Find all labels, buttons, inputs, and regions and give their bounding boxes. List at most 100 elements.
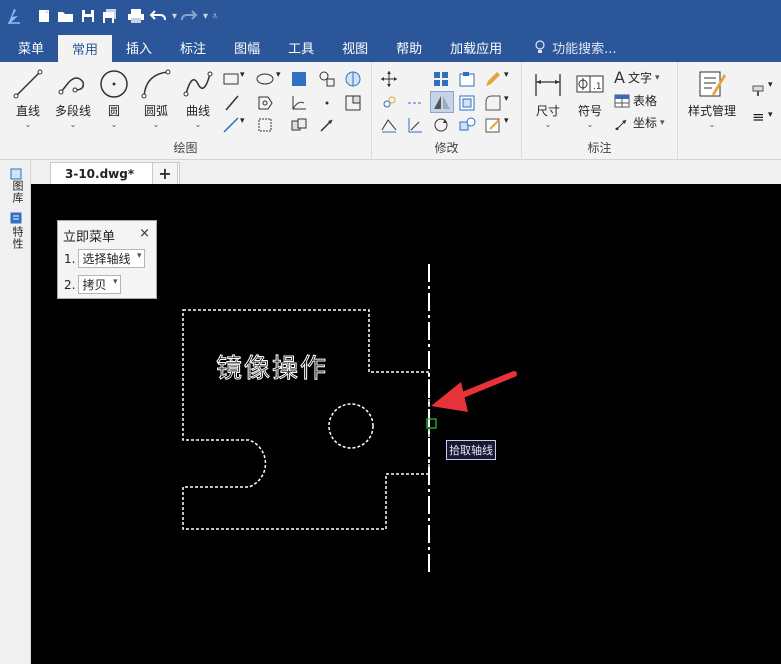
explode-icon[interactable] <box>458 116 476 134</box>
line-icon <box>13 69 43 99</box>
symbol-button[interactable]: .1 符号 ⌄ <box>570 68 610 129</box>
dimension-label: 尺寸 <box>535 104 560 118</box>
tab-view[interactable]: 视图 <box>328 32 382 62</box>
fillet-dropdown-icon[interactable]: ▾ <box>504 94 509 104</box>
pencil-icon[interactable] <box>484 70 502 88</box>
part-outline[interactable] <box>182 309 430 530</box>
properties-icon[interactable] <box>10 212 22 224</box>
customize-toolbar-icon[interactable]: ⩡ <box>212 11 218 22</box>
ellipse-icon[interactable] <box>256 70 274 88</box>
dimension-button[interactable]: 尺寸 ⌄ <box>528 68 568 129</box>
ray-icon[interactable] <box>222 116 240 134</box>
tab-tools[interactable]: 工具 <box>274 32 328 62</box>
document-tab-bar: 3-10.dwg* × + <box>0 160 781 184</box>
properties-tab[interactable]: 特性 <box>9 226 25 250</box>
line-button[interactable]: 直线 ⌄ <box>6 68 50 129</box>
ray-dropdown-icon[interactable]: ▾ <box>240 116 245 126</box>
frame-icon[interactable] <box>344 94 362 112</box>
new-document-button[interactable]: + <box>152 162 178 184</box>
polyline-icon <box>58 77 85 95</box>
line-dropdown-icon: ⌄ <box>24 120 32 129</box>
array-icon[interactable] <box>290 116 308 134</box>
save-icon[interactable] <box>78 6 98 26</box>
ellipse-dropdown-icon[interactable]: ▾ <box>276 70 281 80</box>
side-palette: 图库 特性 <box>0 160 31 664</box>
tab-menu[interactable]: 菜单 <box>4 32 58 62</box>
row-1-index: 1. <box>64 251 76 266</box>
more-options-icon[interactable]: ≡ <box>752 108 765 126</box>
edit-dropdown-icon[interactable]: ▾ <box>504 116 509 126</box>
cad-window: ▾ ▾ ⩡ 菜单 常用 插入 标注 图幅 工具 视图 帮助 加载应用 功能搜索.… <box>0 0 781 664</box>
library-icon[interactable] <box>10 168 22 180</box>
polyline-label: 多段线 <box>54 104 91 118</box>
format-painter-icon[interactable] <box>750 80 768 98</box>
mirror-button[interactable] <box>430 91 454 113</box>
fillet-icon[interactable] <box>484 94 502 112</box>
point-icon[interactable] <box>318 94 336 112</box>
copy-mode-dropdown[interactable]: 拷贝 <box>78 275 122 294</box>
polyline-button[interactable]: 多段线 ⌄ <box>50 68 96 129</box>
arc-button[interactable]: 圆弧 ⌄ <box>134 68 178 129</box>
drawing-text[interactable]: 镜像操作 <box>215 348 328 385</box>
curve-button[interactable]: 曲线 ⌄ <box>176 68 220 129</box>
title-bar: ▾ ▾ ⩡ <box>0 0 781 32</box>
image-icon[interactable] <box>344 70 362 88</box>
print-icon[interactable] <box>126 6 146 26</box>
lightbulb-icon <box>535 40 545 53</box>
save-all-icon[interactable] <box>100 6 120 26</box>
rectangle-icon[interactable] <box>222 70 240 88</box>
offset-icon[interactable] <box>458 94 476 112</box>
boundary-icon[interactable] <box>256 116 274 134</box>
leader-icon[interactable] <box>318 116 336 134</box>
circle-button[interactable]: 圆 ⌄ <box>92 68 136 129</box>
select-axis-dropdown[interactable]: 选择轴线 <box>78 249 146 268</box>
format-painter-dropdown-icon[interactable]: ▾ <box>768 80 773 90</box>
block-icon[interactable] <box>318 70 336 88</box>
modify-group-title: 修改 <box>434 141 459 155</box>
tab-common[interactable]: 常用 <box>58 35 113 62</box>
copy-icon[interactable] <box>380 94 398 112</box>
library-tab[interactable]: 图库 <box>9 180 25 204</box>
extend-icon[interactable] <box>406 116 424 134</box>
open-folder-icon[interactable] <box>56 6 76 26</box>
coordinate-icon <box>615 119 627 130</box>
fill-icon[interactable] <box>290 70 308 88</box>
edit-icon[interactable] <box>484 116 502 134</box>
table-button[interactable]: 表格 <box>614 92 657 109</box>
pencil-dropdown-icon[interactable]: ▾ <box>504 70 509 80</box>
circle-label: 圆 <box>107 104 120 118</box>
rectangle-dropdown-icon[interactable]: ▾ <box>240 70 245 80</box>
undo-icon[interactable] <box>148 6 168 26</box>
immediate-menu-panel: 立即菜单 × 1. 选择轴线 2. 拷贝 <box>57 220 157 299</box>
centerline-icon[interactable] <box>222 94 240 112</box>
tab-help[interactable]: 帮助 <box>382 32 436 62</box>
immediate-menu-close-icon[interactable]: × <box>139 226 150 241</box>
stretch-icon[interactable] <box>380 116 398 134</box>
scale-icon[interactable] <box>458 70 476 88</box>
tab-layout[interactable]: 图幅 <box>220 32 274 62</box>
coordinate-label: 坐标 <box>633 116 658 130</box>
axis-icon[interactable] <box>290 94 308 112</box>
redo-icon[interactable] <box>179 6 199 26</box>
break-icon[interactable] <box>406 94 424 112</box>
feature-search[interactable]: 功能搜索... <box>516 32 617 62</box>
grid-icon[interactable] <box>432 70 450 88</box>
new-file-icon[interactable] <box>34 6 54 26</box>
rotate-icon[interactable] <box>432 116 450 134</box>
style-manager-button[interactable]: 样式管理 ⌄ <box>682 68 742 129</box>
undo-dropdown-icon[interactable]: ▾ <box>172 11 177 22</box>
part-hole[interactable] <box>328 403 374 449</box>
tab-dimension[interactable]: 标注 <box>166 32 220 62</box>
more-options-dropdown-icon[interactable]: ▾ <box>768 110 773 120</box>
move-icon[interactable] <box>380 70 398 88</box>
redo-dropdown-icon[interactable]: ▾ <box>203 11 208 22</box>
ribbon-panel: 直线 ⌄ 多段线 ⌄ 圆 ⌄ 圆弧 ⌄ 曲线 ⌄ ▾ ▾ ▾ 绘图 ▾ ▾ ▾ … <box>0 62 781 160</box>
app-logo-icon[interactable] <box>4 6 24 26</box>
coordinate-button[interactable]: 坐标 ▾ <box>614 114 665 131</box>
draw-group: 直线 ⌄ 多段线 ⌄ 圆 ⌄ 圆弧 ⌄ 曲线 ⌄ ▾ ▾ ▾ 绘图 <box>0 62 372 160</box>
hatch-icon[interactable] <box>256 94 274 112</box>
table-label: 表格 <box>633 94 658 108</box>
tab-insert[interactable]: 插入 <box>112 32 166 62</box>
tab-addins[interactable]: 加载应用 <box>436 32 516 62</box>
text-button[interactable]: A 文字 ▾ <box>614 68 660 87</box>
